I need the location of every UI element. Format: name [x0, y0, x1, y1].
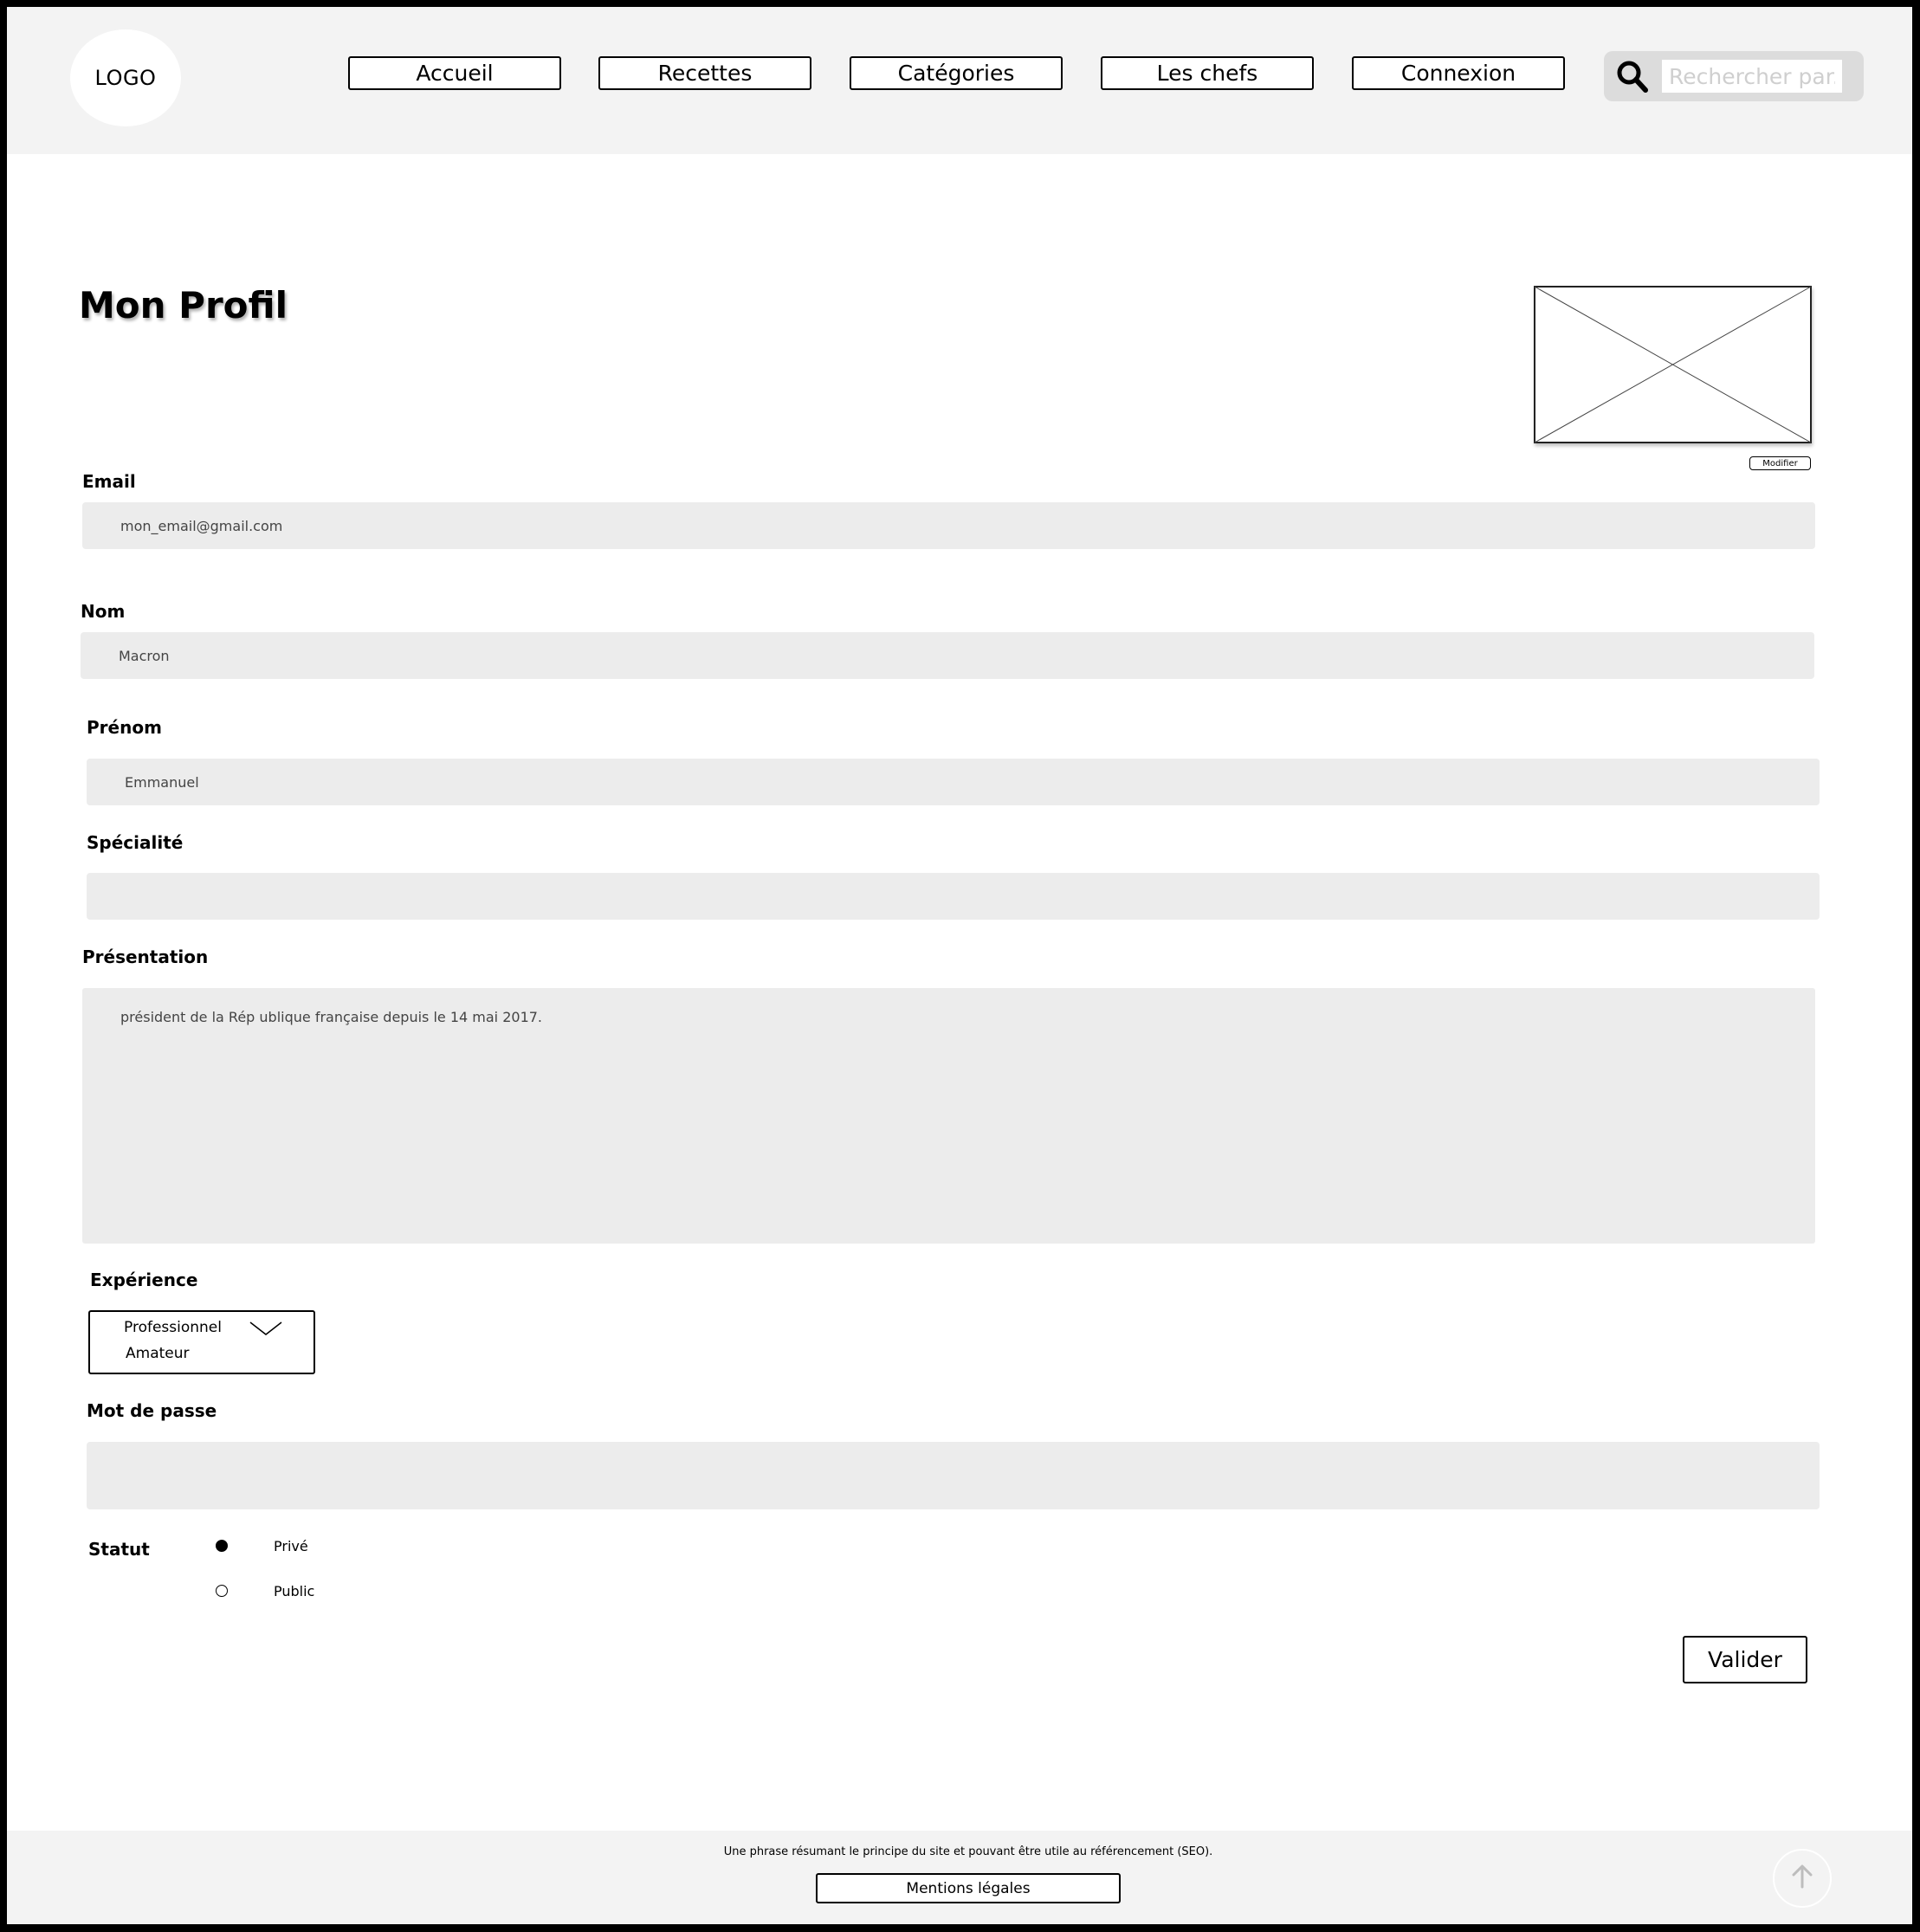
statut-prive-label: Privé — [274, 1538, 308, 1554]
experience-select[interactable]: Professionnel Amateur — [88, 1310, 315, 1374]
search-input[interactable] — [1662, 60, 1842, 93]
email-field[interactable]: mon_email@gmail.com — [82, 502, 1815, 549]
nav-les-chefs-button[interactable]: Les chefs — [1101, 56, 1314, 90]
nav-connexion-button[interactable]: Connexion — [1352, 56, 1565, 90]
statut-public-radio[interactable] — [216, 1585, 228, 1597]
arrow-up-icon — [1789, 1864, 1815, 1893]
presentation-value: président de la Rép ublique française de… — [120, 1009, 543, 1025]
back-to-top-button[interactable] — [1773, 1849, 1832, 1908]
nav-categories-button[interactable]: Catégories — [850, 56, 1063, 90]
prenom-label: Prénom — [87, 717, 162, 738]
email-label: Email — [82, 471, 136, 492]
chevron-down-icon[interactable] — [249, 1321, 282, 1336]
image-placeholder-icon — [1534, 286, 1812, 443]
mentions-legales-button[interactable]: Mentions légales — [816, 1873, 1121, 1903]
footer: Une phrase résumant le principe du site … — [7, 1831, 1912, 1924]
experience-option-professionnel[interactable]: Professionnel — [124, 1319, 222, 1336]
search-icon[interactable] — [1615, 59, 1650, 94]
search-bar — [1604, 51, 1864, 101]
prenom-value: Emmanuel — [125, 773, 199, 791]
nom-field[interactable]: Macron — [81, 632, 1814, 679]
password-field[interactable] — [87, 1442, 1820, 1509]
statut-public-label: Public — [274, 1583, 315, 1599]
statut-prive-radio[interactable] — [216, 1540, 228, 1552]
specialite-field[interactable] — [87, 873, 1820, 920]
experience-label: Expérience — [90, 1270, 198, 1290]
page-frame: LOGO Accueil Recettes Catégories Les che… — [7, 7, 1912, 1924]
nav-accueil-button[interactable]: Accueil — [348, 56, 561, 90]
modifier-photo-button[interactable]: Modifier — [1749, 456, 1811, 470]
experience-option-amateur[interactable]: Amateur — [126, 1345, 190, 1362]
specialite-label: Spécialité — [87, 832, 184, 853]
logo[interactable]: LOGO — [70, 29, 181, 126]
footer-seo-text: Une phrase résumant le principe du site … — [723, 1845, 1213, 1858]
nav-recettes-button[interactable]: Recettes — [598, 56, 811, 90]
prenom-field[interactable]: Emmanuel — [87, 759, 1820, 805]
presentation-label: Présentation — [82, 947, 209, 967]
statut-label: Statut — [88, 1539, 150, 1560]
nom-value: Macron — [119, 647, 170, 664]
profile-photo — [1534, 286, 1812, 443]
header: LOGO Accueil Recettes Catégories Les che… — [7, 7, 1912, 154]
password-label: Mot de passe — [87, 1400, 217, 1421]
nom-label: Nom — [81, 601, 126, 622]
page-title: Mon Profil — [79, 284, 288, 326]
email-value: mon_email@gmail.com — [120, 517, 283, 534]
presentation-textarea[interactable]: président de la Rép ublique française de… — [82, 988, 1815, 1244]
valider-button[interactable]: Valider — [1683, 1636, 1807, 1683]
